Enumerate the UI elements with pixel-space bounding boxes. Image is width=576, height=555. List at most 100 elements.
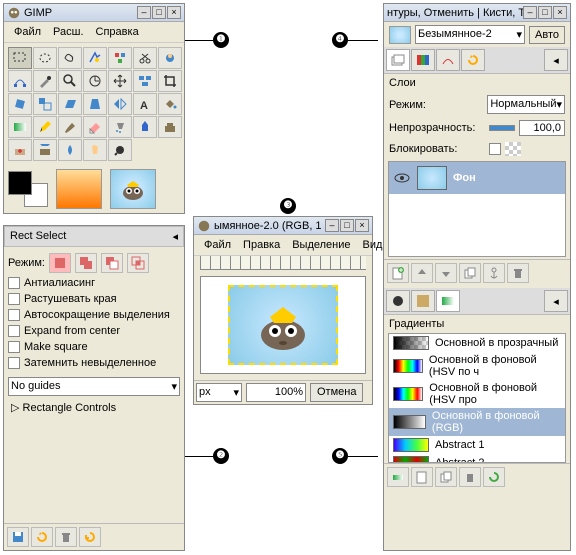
tool-eraser[interactable] bbox=[83, 116, 107, 138]
tool-flip[interactable] bbox=[108, 93, 132, 115]
tool-scissors[interactable] bbox=[133, 47, 157, 69]
tab-channels[interactable] bbox=[411, 49, 435, 71]
gradient-list[interactable]: Основной в прозрачный Основной в фоновой… bbox=[388, 333, 566, 463]
maximize-button[interactable]: □ bbox=[152, 6, 166, 19]
tool-rotate[interactable] bbox=[8, 93, 32, 115]
tool-foreground-select[interactable] bbox=[158, 47, 182, 69]
tool-paintbrush[interactable] bbox=[58, 116, 82, 138]
layer-name[interactable]: Фон bbox=[453, 172, 476, 184]
duplicate-layer-button[interactable] bbox=[459, 263, 481, 283]
dock-menu-icon[interactable]: ◂ bbox=[172, 230, 178, 243]
gradient-item[interactable]: Основной в прозрачный bbox=[389, 334, 565, 352]
tool-move[interactable] bbox=[108, 70, 132, 92]
unit-select[interactable]: px▾ bbox=[196, 383, 242, 402]
cb-square[interactable] bbox=[8, 341, 20, 353]
new-layer-button[interactable] bbox=[387, 263, 409, 283]
dock-menu-button[interactable]: ◂ bbox=[544, 290, 568, 312]
refresh-gradient-button[interactable] bbox=[483, 467, 505, 487]
tool-perspective-clone[interactable] bbox=[33, 139, 57, 161]
gradient-item-selected[interactable]: Основной в фоновой (RGB) bbox=[389, 408, 565, 436]
tab-brushes[interactable] bbox=[386, 290, 410, 312]
tool-perspective[interactable] bbox=[83, 93, 107, 115]
ruler-horizontal[interactable] bbox=[200, 256, 366, 270]
rect-controls-expander[interactable]: ▷ Rectangle Controls bbox=[8, 398, 180, 417]
duplicate-gradient-button[interactable] bbox=[435, 467, 457, 487]
delete-options-button[interactable] bbox=[55, 527, 77, 547]
tool-free-select[interactable] bbox=[58, 47, 82, 69]
edit-gradient-button[interactable] bbox=[387, 467, 409, 487]
tool-align[interactable] bbox=[133, 70, 157, 92]
dock-menu-button[interactable]: ◂ bbox=[544, 49, 568, 71]
tool-bucket-fill[interactable] bbox=[158, 93, 182, 115]
image-thumb[interactable] bbox=[389, 26, 411, 44]
cb-autoshrink[interactable] bbox=[8, 309, 20, 321]
tool-heal[interactable] bbox=[8, 139, 32, 161]
reset-options-button[interactable] bbox=[79, 527, 101, 547]
tool-zoom[interactable] bbox=[58, 70, 82, 92]
restore-options-button[interactable] bbox=[31, 527, 53, 547]
menu-file[interactable]: Файл bbox=[198, 237, 237, 253]
guides-select[interactable]: No guides▾ bbox=[8, 377, 180, 396]
cancel-button[interactable]: Отмена bbox=[310, 383, 363, 402]
image-select[interactable]: Безымянное-2▾ bbox=[415, 25, 525, 44]
opacity-slider[interactable] bbox=[489, 125, 515, 131]
menu-ext[interactable]: Расш. bbox=[47, 24, 89, 40]
tool-clone[interactable] bbox=[158, 116, 182, 138]
tool-fuzzy-select[interactable] bbox=[83, 47, 107, 69]
tab-gradients[interactable] bbox=[436, 290, 460, 312]
tool-dodge[interactable] bbox=[108, 139, 132, 161]
raise-layer-button[interactable] bbox=[411, 263, 433, 283]
layer-item[interactable]: Фон bbox=[389, 162, 565, 194]
menu-file[interactable]: Файл bbox=[8, 24, 47, 40]
canvas[interactable] bbox=[200, 276, 366, 374]
save-options-button[interactable] bbox=[7, 527, 29, 547]
titlebar[interactable]: ымянное-2.0 (RGB, 1 слой) 10 – □ × bbox=[194, 217, 372, 235]
tool-measure[interactable] bbox=[83, 70, 107, 92]
cb-expand[interactable] bbox=[8, 325, 20, 337]
lower-layer-button[interactable] bbox=[435, 263, 457, 283]
mode-subtract[interactable] bbox=[101, 253, 123, 273]
cb-feather[interactable] bbox=[8, 293, 20, 305]
tool-pencil[interactable] bbox=[33, 116, 57, 138]
tool-text[interactable]: A bbox=[133, 93, 157, 115]
titlebar[interactable]: нтуры, Отменить | Кисти, Текс – □ × bbox=[384, 4, 570, 22]
brush-preview[interactable] bbox=[56, 169, 102, 209]
mode-select[interactable]: Нормальный▾ bbox=[487, 95, 565, 114]
menu-edit[interactable]: Правка bbox=[237, 237, 286, 253]
close-button[interactable]: × bbox=[355, 219, 369, 232]
tool-blur[interactable] bbox=[58, 139, 82, 161]
minimize-button[interactable]: – bbox=[325, 219, 339, 232]
tool-scale[interactable] bbox=[33, 93, 57, 115]
minimize-button[interactable]: – bbox=[137, 6, 151, 19]
tool-ink[interactable] bbox=[133, 116, 157, 138]
tool-paths[interactable] bbox=[8, 70, 32, 92]
menu-select[interactable]: Выделение bbox=[286, 237, 356, 253]
close-button[interactable]: × bbox=[553, 6, 567, 19]
mode-add[interactable] bbox=[75, 253, 97, 273]
tool-ellipse-select[interactable] bbox=[33, 47, 57, 69]
fg-bg-colors[interactable] bbox=[8, 171, 48, 207]
auto-button[interactable]: Авто bbox=[529, 26, 565, 44]
tool-airbrush[interactable] bbox=[108, 116, 132, 138]
tab-patterns[interactable] bbox=[411, 290, 435, 312]
visibility-icon[interactable] bbox=[393, 170, 411, 186]
fg-color[interactable] bbox=[8, 171, 32, 195]
mode-intersect[interactable] bbox=[127, 253, 149, 273]
titlebar[interactable]: GIMP – □ × bbox=[4, 4, 184, 22]
cb-darken[interactable] bbox=[8, 357, 20, 369]
close-button[interactable]: × bbox=[167, 6, 181, 19]
tab-undo[interactable] bbox=[461, 49, 485, 71]
gradient-item[interactable]: Основной в фоновой (HSV про bbox=[389, 380, 565, 408]
tool-shear[interactable] bbox=[58, 93, 82, 115]
anchor-layer-button[interactable] bbox=[483, 263, 505, 283]
tool-rect-select[interactable] bbox=[8, 47, 32, 69]
tool-crop[interactable] bbox=[158, 70, 182, 92]
tool-color-select[interactable] bbox=[108, 47, 132, 69]
tool-smudge[interactable] bbox=[83, 139, 107, 161]
tool-color-picker[interactable] bbox=[33, 70, 57, 92]
layer-thumbnail[interactable] bbox=[417, 166, 447, 190]
opacity-value[interactable]: 100,0 bbox=[519, 120, 565, 136]
minimize-button[interactable]: – bbox=[523, 6, 537, 19]
menu-help[interactable]: Справка bbox=[90, 24, 145, 40]
maximize-button[interactable]: □ bbox=[538, 6, 552, 19]
